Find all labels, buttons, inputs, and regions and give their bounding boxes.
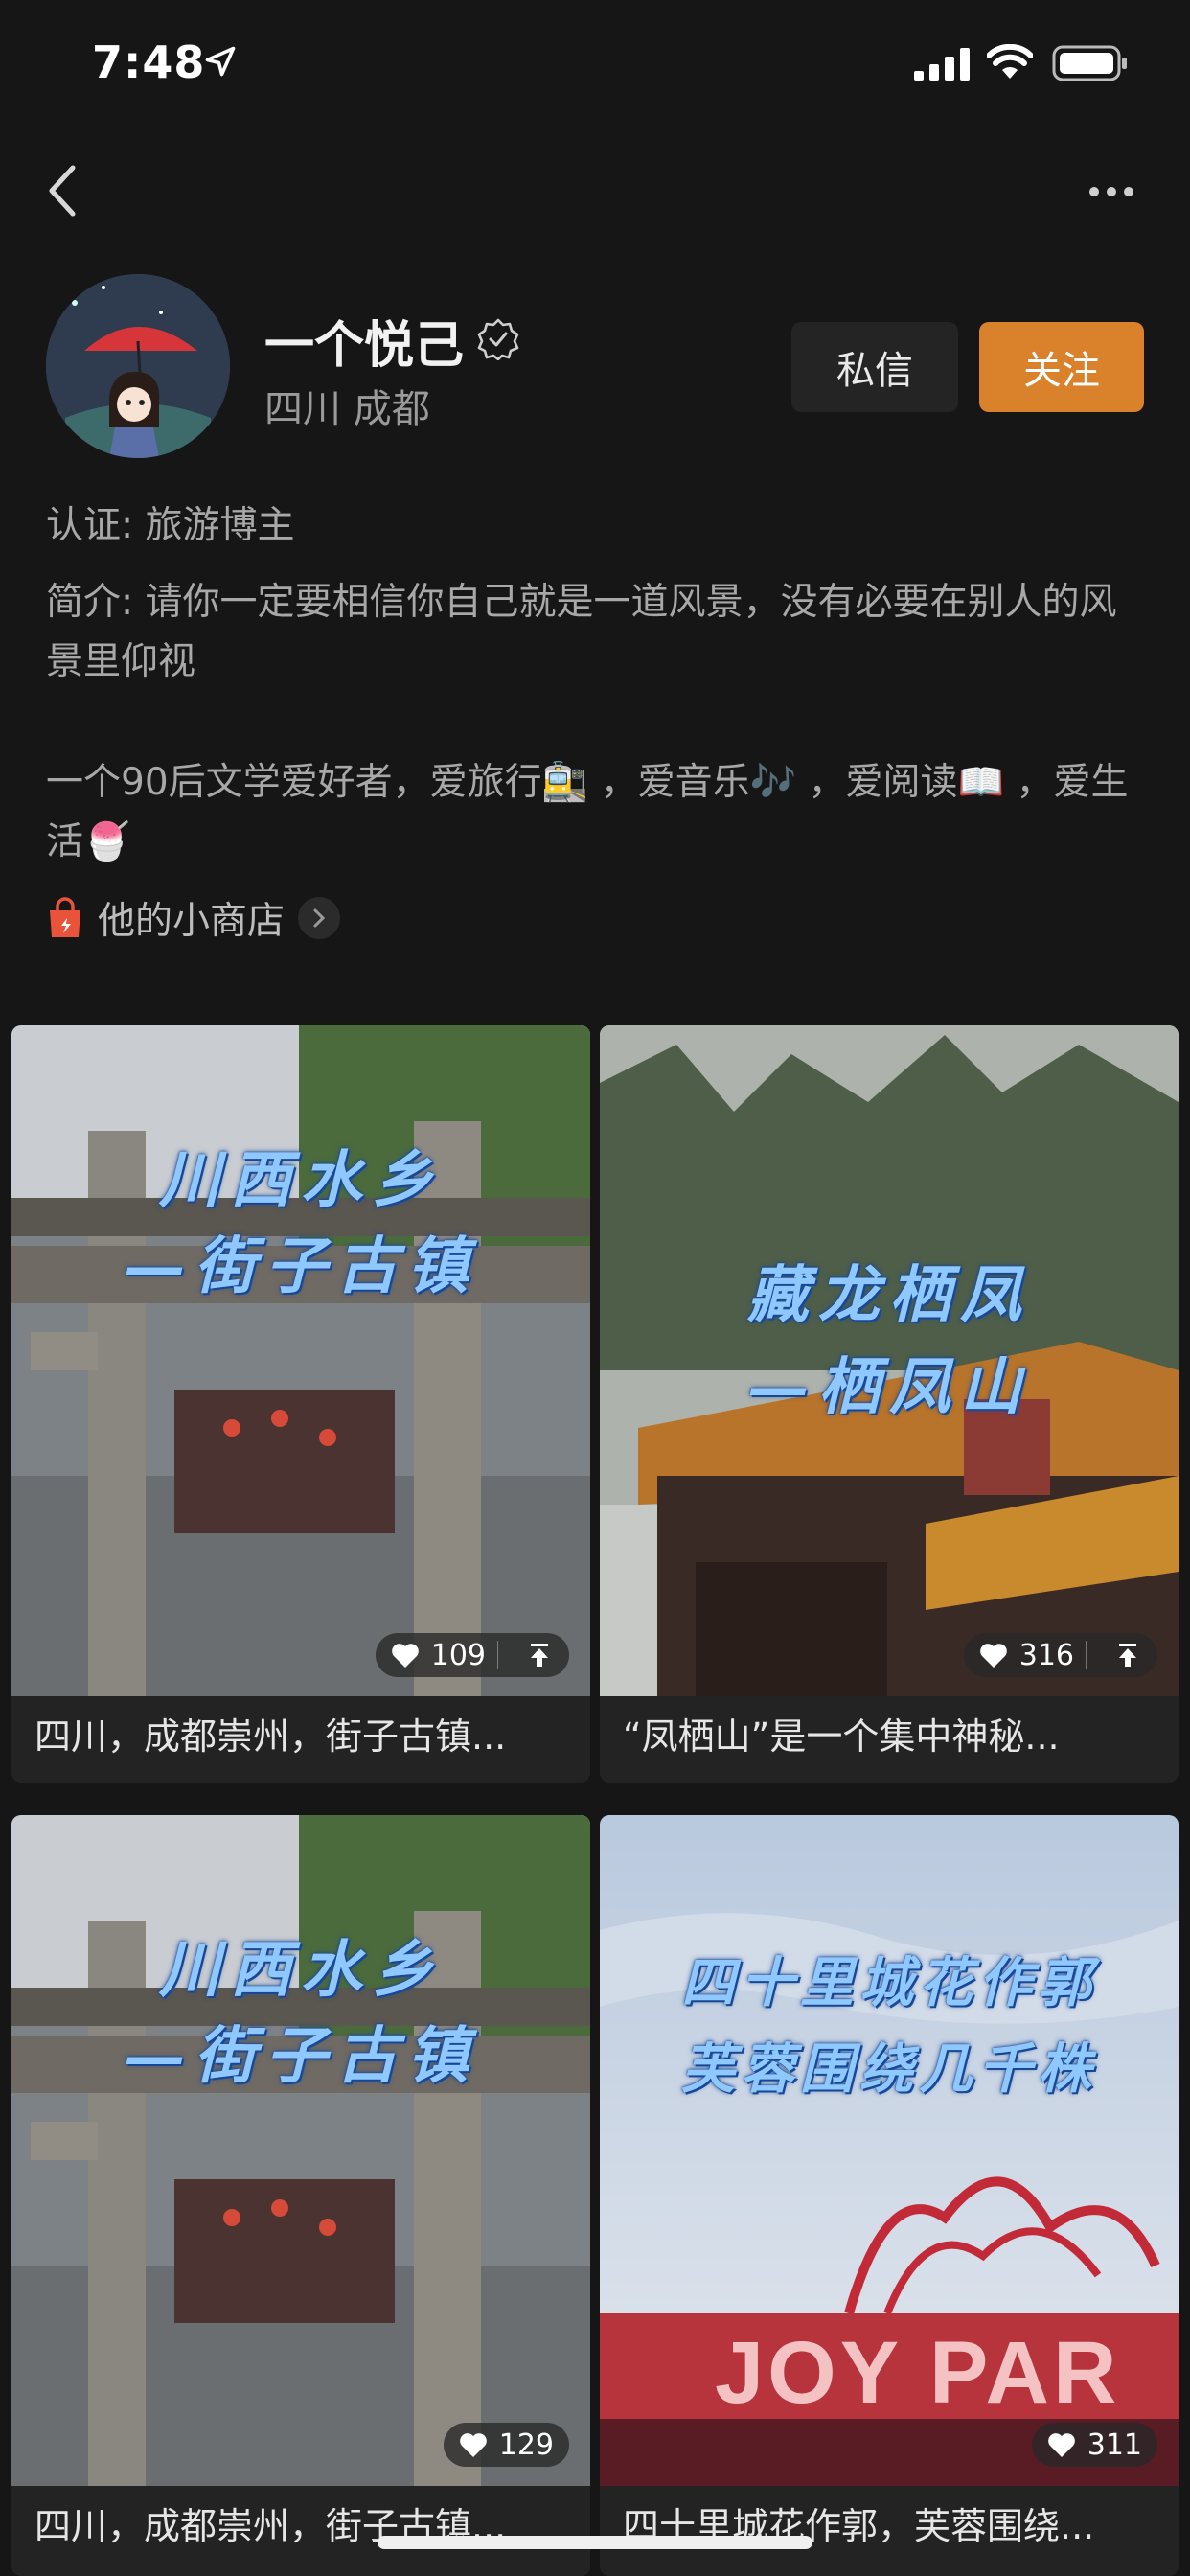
park-sign-text: JOY PAR bbox=[715, 2324, 1121, 2422]
status-time: 7:48 bbox=[92, 36, 206, 88]
more-dot-icon bbox=[1107, 187, 1116, 196]
overlay-title-line2: —街子古镇 bbox=[124, 1230, 478, 1302]
heart-icon bbox=[979, 1644, 1007, 1668]
overlay-title-line2: —街子古镇 bbox=[124, 2020, 478, 2092]
status-bar: 7:48 bbox=[0, 0, 1190, 126]
post-stats: 316 bbox=[963, 1633, 1157, 1677]
overlay-title-line2: —栖凤山 bbox=[747, 1351, 1031, 1423]
overlay-title-line1: 川西水乡 bbox=[159, 1934, 443, 2006]
avatar[interactable] bbox=[46, 274, 230, 458]
heart-icon bbox=[1047, 2433, 1075, 2457]
post-thumbnail[interactable]: 川西水乡 —街子古镇 129 bbox=[11, 1815, 590, 2486]
more-dot-icon bbox=[1089, 187, 1099, 196]
overlay-title-line2: 芙蓉围绕几千株 bbox=[681, 2037, 1097, 2101]
post-stats: 129 bbox=[443, 2423, 569, 2467]
follow-button[interactable]: 关注 bbox=[979, 322, 1144, 412]
shop-label: 他的小商店 bbox=[98, 900, 286, 943]
post-card[interactable]: 川西水乡 —街子古镇 109 四川，成都崇州，街子古镇... bbox=[11, 1025, 590, 1782]
like-count: 316 bbox=[1018, 1638, 1074, 1672]
message-button[interactable]: 私信 bbox=[791, 322, 958, 412]
post-stats: 109 bbox=[375, 1633, 569, 1677]
heart-icon bbox=[391, 1644, 419, 1668]
hobbies-text: 一个90后文学爱好者，爱旅行🚉 ，爱音乐🎶 ，爱阅读📖 ，爱生活🍧 bbox=[46, 761, 1129, 863]
shopping-bag-icon bbox=[50, 897, 80, 937]
wifi-icon bbox=[987, 44, 1033, 79]
like-count: 129 bbox=[498, 2427, 554, 2462]
post-stats: 311 bbox=[1031, 2423, 1157, 2467]
street-gate-image bbox=[11, 1025, 590, 1696]
chevron-left-icon bbox=[49, 165, 76, 217]
pin-top-icon[interactable] bbox=[525, 1641, 554, 1669]
home-indicator[interactable] bbox=[378, 2536, 812, 2549]
battery-icon bbox=[1052, 45, 1127, 81]
post-caption: 四川，成都崇州，街子古镇... bbox=[34, 1715, 507, 1758]
post-card[interactable]: 藏龙栖凤 —栖凤山 316 “凤栖山”是一个集中神秘... bbox=[600, 1025, 1179, 1782]
verified-badge-icon bbox=[477, 318, 519, 360]
more-options-button[interactable] bbox=[1073, 172, 1150, 211]
post-caption: “凤栖山”是一个集中神秘... bbox=[623, 1715, 1060, 1758]
profile-name: 一个悦己 bbox=[264, 317, 465, 375]
location-arrow-icon bbox=[205, 46, 236, 77]
overlay-title-line1: 藏龙栖凤 bbox=[747, 1259, 1031, 1331]
like-count: 109 bbox=[430, 1638, 486, 1672]
back-button[interactable] bbox=[38, 157, 86, 224]
post-card[interactable]: 四十里城花作郭 芙蓉围绕几千株 JOY PAR 311 四十里城花作郭，芙蓉围绕… bbox=[600, 1815, 1179, 2576]
cellular-signal-icon bbox=[914, 48, 970, 80]
post-thumbnail[interactable]: 四十里城花作郭 芙蓉围绕几千株 JOY PAR 311 bbox=[600, 1815, 1179, 2486]
street-gate-image bbox=[11, 1815, 590, 2486]
more-dot-icon bbox=[1124, 187, 1133, 196]
pin-top-icon[interactable] bbox=[1113, 1641, 1142, 1669]
divider bbox=[497, 1641, 498, 1669]
profile-location: 四川 成都 bbox=[264, 387, 430, 431]
chevron-right-icon bbox=[298, 897, 341, 939]
post-card[interactable]: 川西水乡 —街子古镇 129 四川，成都崇州，街子古镇... bbox=[11, 1815, 590, 2576]
like-count: 311 bbox=[1087, 2427, 1142, 2462]
shop-link[interactable]: 他的小商店 bbox=[46, 891, 341, 945]
heart-icon bbox=[459, 2433, 487, 2457]
intro-text: 简介: 请你一定要相信你自己就是一道风景，没有必要在别人的风景里仰视 bbox=[46, 581, 1117, 683]
avatar-illustration bbox=[46, 274, 230, 458]
overlay-title-line1: 川西水乡 bbox=[159, 1144, 443, 1216]
divider bbox=[1086, 1641, 1087, 1669]
overlay-title-line1: 四十里城花作郭 bbox=[681, 1951, 1097, 2014]
post-thumbnail[interactable]: 川西水乡 —街子古镇 109 bbox=[11, 1025, 590, 1696]
post-thumbnail[interactable]: 藏龙栖凤 —栖凤山 316 bbox=[600, 1025, 1179, 1696]
certification-text: 认证: 旅游博主 bbox=[46, 504, 295, 547]
